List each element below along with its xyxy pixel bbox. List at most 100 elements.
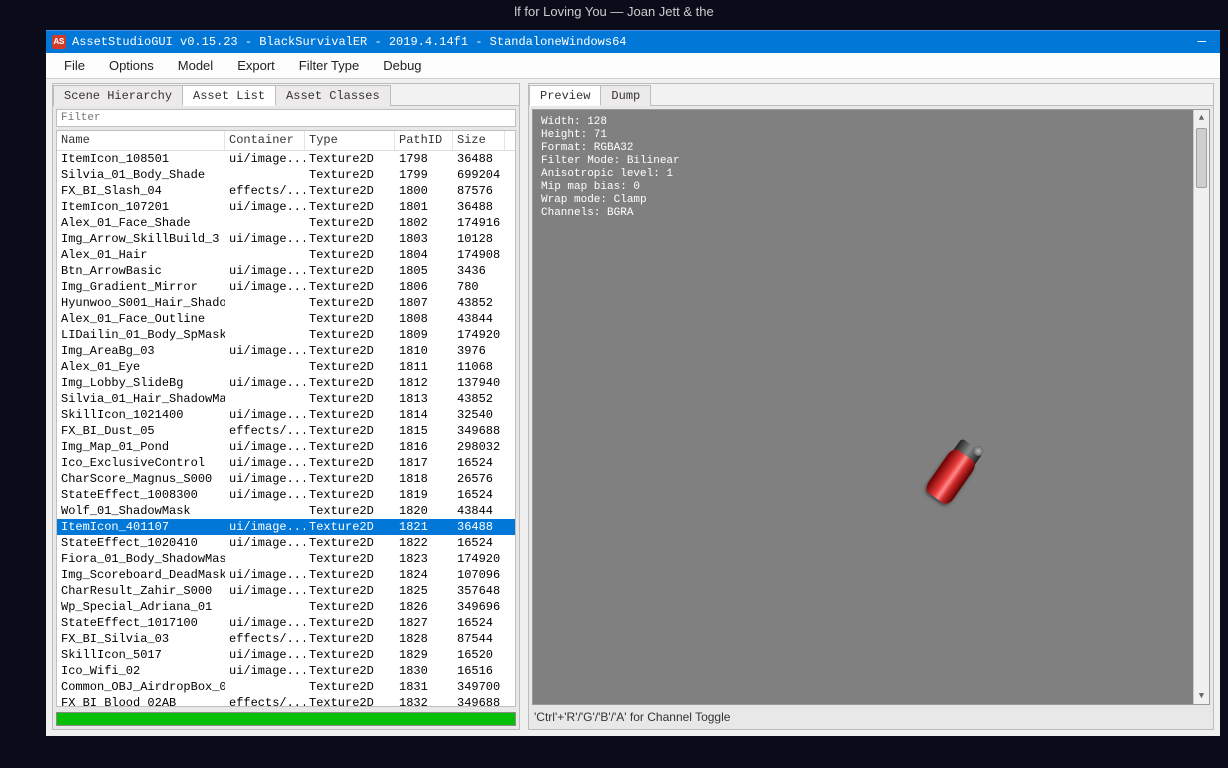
tab-scene-hierarchy[interactable]: Scene Hierarchy xyxy=(53,85,183,106)
titlebar[interactable]: AS AssetStudioGUI v0.15.23 - BlackSurviv… xyxy=(46,31,1220,53)
cell: ui/image... xyxy=(225,199,305,215)
cell: Texture2D xyxy=(305,391,395,407)
preview-prop-line: Anisotropic level: 1 xyxy=(541,168,680,181)
cell: SkillIcon_1021400 xyxy=(57,407,225,423)
table-row[interactable]: Hyunwoo_S001_Hair_Shadow...Texture2D1807… xyxy=(57,295,515,311)
tab-dump[interactable]: Dump xyxy=(600,85,651,106)
table-row[interactable]: Alex_01_Face_OutlineTexture2D180843844 xyxy=(57,311,515,327)
minimize-button[interactable]: — xyxy=(1190,34,1214,50)
cell: ui/image... xyxy=(225,567,305,583)
cell: 1820 xyxy=(395,503,453,519)
table-row[interactable]: CharScore_Magnus_S000ui/image...Texture2… xyxy=(57,471,515,487)
table-row[interactable]: Img_Gradient_Mirrorui/image...Texture2D1… xyxy=(57,279,515,295)
table-row[interactable]: ItemIcon_401107ui/image...Texture2D18213… xyxy=(57,519,515,535)
col-name[interactable]: Name xyxy=(57,131,225,150)
table-row[interactable]: Alex_01_EyeTexture2D181111068 xyxy=(57,359,515,375)
cell: 1817 xyxy=(395,455,453,471)
cell: CharScore_Magnus_S000 xyxy=(57,471,225,487)
menu-export[interactable]: Export xyxy=(227,54,285,77)
cell: ui/image... xyxy=(225,583,305,599)
cell: Texture2D xyxy=(305,519,395,535)
table-row[interactable]: CharResult_Zahir_S000ui/image...Texture2… xyxy=(57,583,515,599)
cell: Img_Lobby_SlideBg xyxy=(57,375,225,391)
table-row[interactable]: Img_Arrow_SkillBuild_3ui/image...Texture… xyxy=(57,231,515,247)
scroll-up-icon[interactable]: ▲ xyxy=(1194,110,1209,126)
table-row[interactable]: Ico_ExclusiveControlui/image...Texture2D… xyxy=(57,455,515,471)
table-row[interactable]: Common_OBJ_AirdropBox_01NTexture2D183134… xyxy=(57,679,515,695)
cell: Common_OBJ_AirdropBox_01N xyxy=(57,679,225,695)
menu-model[interactable]: Model xyxy=(168,54,223,77)
cell: Alex_01_Hair xyxy=(57,247,225,263)
table-row[interactable]: SkillIcon_1021400ui/image...Texture2D181… xyxy=(57,407,515,423)
tab-asset-classes[interactable]: Asset Classes xyxy=(275,85,391,106)
table-row[interactable]: Ico_Wifi_02ui/image...Texture2D183016516 xyxy=(57,663,515,679)
menu-options[interactable]: Options xyxy=(99,54,164,77)
cell: Alex_01_Eye xyxy=(57,359,225,375)
table-row[interactable]: LIDailin_01_Body_SpMaskTexture2D18091749… xyxy=(57,327,515,343)
menu-file[interactable]: File xyxy=(54,54,95,77)
table-row[interactable]: Img_Scoreboard_DeadMaskui/image...Textur… xyxy=(57,567,515,583)
menu-debug[interactable]: Debug xyxy=(373,54,431,77)
table-row[interactable]: Wp_Special_Adriana_01Texture2D1826349696 xyxy=(57,599,515,615)
preview-area[interactable]: Width: 128Height: 71Format: RGBA32Filter… xyxy=(532,109,1210,705)
filter-input[interactable] xyxy=(56,109,516,127)
tab-preview[interactable]: Preview xyxy=(529,85,601,106)
table-row[interactable]: Alex_01_Face_ShadeTexture2D1802174916 xyxy=(57,215,515,231)
table-row[interactable]: FX_BI_Silvia_03effects/...Texture2D18288… xyxy=(57,631,515,647)
table-row[interactable]: Wolf_01_ShadowMaskTexture2D182043844 xyxy=(57,503,515,519)
table-row[interactable]: FX_BI_Blood_02ABeffects/...Texture2D1832… xyxy=(57,695,515,706)
cell: 174920 xyxy=(453,551,505,567)
table-row[interactable]: ItemIcon_107201ui/image...Texture2D18013… xyxy=(57,199,515,215)
scroll-thumb[interactable] xyxy=(1196,128,1207,188)
cell: FX_BI_Slash_04 xyxy=(57,183,225,199)
col-container[interactable]: Container xyxy=(225,131,305,150)
cell: 1831 xyxy=(395,679,453,695)
table-row[interactable]: Silvia_01_Body_ShadeTexture2D1799699204 xyxy=(57,167,515,183)
table-row[interactable]: Img_Map_01_Pondui/image...Texture2D18162… xyxy=(57,439,515,455)
cell: 349696 xyxy=(453,599,505,615)
col-type[interactable]: Type xyxy=(305,131,395,150)
cell: ui/image... xyxy=(225,151,305,167)
cell: Texture2D xyxy=(305,167,395,183)
tab-asset-list[interactable]: Asset List xyxy=(182,85,276,106)
cell: Texture2D xyxy=(305,183,395,199)
cell: Texture2D xyxy=(305,407,395,423)
cell: 1822 xyxy=(395,535,453,551)
table-row[interactable]: FX_BI_Slash_04effects/...Texture2D180087… xyxy=(57,183,515,199)
table-row[interactable]: Fiora_01_Body_ShadowMaskTexture2D1823174… xyxy=(57,551,515,567)
cell: Texture2D xyxy=(305,455,395,471)
cell: 1827 xyxy=(395,615,453,631)
table-row[interactable]: Silvia_01_Hair_ShadowMaskTexture2D181343… xyxy=(57,391,515,407)
table-row[interactable]: StateEffect_1020410ui/image...Texture2D1… xyxy=(57,535,515,551)
cell: 1821 xyxy=(395,519,453,535)
cell: Silvia_01_Hair_ShadowMask xyxy=(57,391,225,407)
table-row[interactable]: Btn_ArrowBasicui/image...Texture2D180534… xyxy=(57,263,515,279)
table-body[interactable]: ItemIcon_108501ui/image...Texture2D17983… xyxy=(57,151,515,706)
cell: Texture2D xyxy=(305,327,395,343)
table-row[interactable]: Img_AreaBg_03ui/image...Texture2D1810397… xyxy=(57,343,515,359)
menu-filter-type[interactable]: Filter Type xyxy=(289,54,369,77)
cell: 1800 xyxy=(395,183,453,199)
cell: 43852 xyxy=(453,295,505,311)
cell: ItemIcon_401107 xyxy=(57,519,225,535)
table-row[interactable]: StateEffect_1017100ui/image...Texture2D1… xyxy=(57,615,515,631)
cell: 1803 xyxy=(395,231,453,247)
table-row[interactable]: StateEffect_1008300ui/image...Texture2D1… xyxy=(57,487,515,503)
cell: 298032 xyxy=(453,439,505,455)
table-row[interactable]: FX_BI_Dust_05effects/...Texture2D1815349… xyxy=(57,423,515,439)
cell: ui/image... xyxy=(225,519,305,535)
cell: Texture2D xyxy=(305,231,395,247)
col-size[interactable]: Size xyxy=(453,131,505,150)
preview-scrollbar[interactable]: ▲ ▼ xyxy=(1193,110,1209,704)
cell: 43852 xyxy=(453,391,505,407)
cell: 699204 xyxy=(453,167,505,183)
cell: 1823 xyxy=(395,551,453,567)
cell xyxy=(225,311,305,327)
scroll-down-icon[interactable]: ▼ xyxy=(1194,688,1209,704)
table-row[interactable]: Img_Lobby_SlideBgui/image...Texture2D181… xyxy=(57,375,515,391)
table-row[interactable]: ItemIcon_108501ui/image...Texture2D17983… xyxy=(57,151,515,167)
cell: Texture2D xyxy=(305,279,395,295)
table-row[interactable]: Alex_01_HairTexture2D1804174908 xyxy=(57,247,515,263)
table-row[interactable]: SkillIcon_5017ui/image...Texture2D182916… xyxy=(57,647,515,663)
col-pathid[interactable]: PathID xyxy=(395,131,453,150)
